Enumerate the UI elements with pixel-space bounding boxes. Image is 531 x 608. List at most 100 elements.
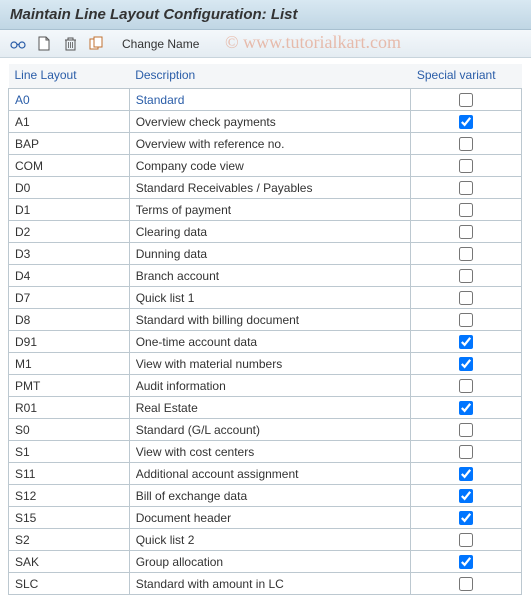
table-row [9, 221, 522, 243]
code-input[interactable] [9, 331, 129, 352]
variant-checkbox[interactable] [459, 555, 473, 569]
delete-button[interactable] [60, 34, 80, 54]
toolbar: Change Name [0, 30, 531, 58]
variant-checkbox[interactable] [459, 313, 473, 327]
table-row [9, 199, 522, 221]
variant-checkbox[interactable] [459, 225, 473, 239]
copy-button[interactable] [86, 34, 106, 54]
desc-input[interactable] [130, 463, 411, 484]
desc-input[interactable] [130, 529, 411, 550]
code-input[interactable] [9, 463, 129, 484]
code-input[interactable] [9, 309, 129, 330]
code-input[interactable] [9, 529, 129, 550]
desc-input[interactable] [130, 111, 411, 132]
code-input[interactable] [9, 155, 129, 176]
table-row [9, 155, 522, 177]
code-input[interactable] [9, 133, 129, 154]
desc-input[interactable] [130, 243, 411, 264]
table-row [9, 111, 522, 133]
desc-input[interactable] [130, 199, 411, 220]
desc-input[interactable] [130, 419, 411, 440]
code-input[interactable] [9, 507, 129, 528]
desc-input[interactable] [130, 331, 411, 352]
code-input[interactable] [9, 243, 129, 264]
variant-checkbox[interactable] [459, 137, 473, 151]
table-row [9, 243, 522, 265]
code-input[interactable] [9, 419, 129, 440]
variant-checkbox[interactable] [459, 291, 473, 305]
desc-input[interactable] [130, 287, 411, 308]
desc-input[interactable] [130, 177, 411, 198]
table-row [9, 397, 522, 419]
desc-input[interactable] [130, 485, 411, 506]
code-input[interactable] [9, 353, 129, 374]
code-input[interactable] [9, 485, 129, 506]
desc-input[interactable] [130, 155, 411, 176]
variant-checkbox[interactable] [459, 423, 473, 437]
code-input[interactable] [9, 89, 129, 110]
table-row [9, 375, 522, 397]
variant-checkbox[interactable] [459, 203, 473, 217]
table-row [9, 177, 522, 199]
variant-checkbox[interactable] [459, 533, 473, 547]
desc-input[interactable] [130, 573, 411, 594]
copy-icon [89, 36, 104, 51]
variant-checkbox[interactable] [459, 115, 473, 129]
code-input[interactable] [9, 265, 129, 286]
variant-checkbox[interactable] [459, 489, 473, 503]
col-header-code[interactable]: Line Layout [9, 64, 130, 89]
details-button[interactable] [8, 34, 28, 54]
desc-input[interactable] [130, 441, 411, 462]
code-input[interactable] [9, 397, 129, 418]
desc-input[interactable] [130, 375, 411, 396]
col-header-variant[interactable]: Special variant [411, 64, 522, 89]
table-row [9, 309, 522, 331]
code-input[interactable] [9, 111, 129, 132]
variant-checkbox[interactable] [459, 93, 473, 107]
table-row [9, 463, 522, 485]
variant-checkbox[interactable] [459, 269, 473, 283]
variant-checkbox[interactable] [459, 357, 473, 371]
variant-checkbox[interactable] [459, 379, 473, 393]
table-row [9, 485, 522, 507]
variant-checkbox[interactable] [459, 467, 473, 481]
new-button[interactable] [34, 34, 54, 54]
code-input[interactable] [9, 287, 129, 308]
variant-checkbox[interactable] [459, 159, 473, 173]
variant-checkbox[interactable] [459, 335, 473, 349]
desc-input[interactable] [130, 309, 411, 330]
variant-checkbox[interactable] [459, 577, 473, 591]
change-name-button[interactable]: Change Name [118, 35, 203, 53]
desc-input[interactable] [130, 551, 411, 572]
desc-input[interactable] [130, 507, 411, 528]
variant-checkbox[interactable] [459, 181, 473, 195]
code-input[interactable] [9, 573, 129, 594]
desc-input[interactable] [130, 133, 411, 154]
col-header-desc[interactable]: Description [129, 64, 411, 89]
table-row [9, 265, 522, 287]
glasses-icon [10, 38, 26, 50]
desc-input[interactable] [130, 265, 411, 286]
page-title: Maintain Line Layout Configuration: List [0, 0, 531, 30]
variant-checkbox[interactable] [459, 247, 473, 261]
table-row [9, 441, 522, 463]
variant-checkbox[interactable] [459, 511, 473, 525]
code-input[interactable] [9, 375, 129, 396]
variant-checkbox[interactable] [459, 401, 473, 415]
table-row [9, 287, 522, 309]
variant-checkbox[interactable] [459, 445, 473, 459]
code-input[interactable] [9, 551, 129, 572]
desc-input[interactable] [130, 353, 411, 374]
code-input[interactable] [9, 199, 129, 220]
desc-input[interactable] [130, 89, 411, 110]
table-row [9, 331, 522, 353]
table-row [9, 419, 522, 441]
code-input[interactable] [9, 221, 129, 242]
code-input[interactable] [9, 177, 129, 198]
desc-input[interactable] [130, 221, 411, 242]
table-row [9, 353, 522, 375]
code-input[interactable] [9, 441, 129, 462]
table-row [9, 507, 522, 529]
desc-input[interactable] [130, 397, 411, 418]
table-row [9, 529, 522, 551]
